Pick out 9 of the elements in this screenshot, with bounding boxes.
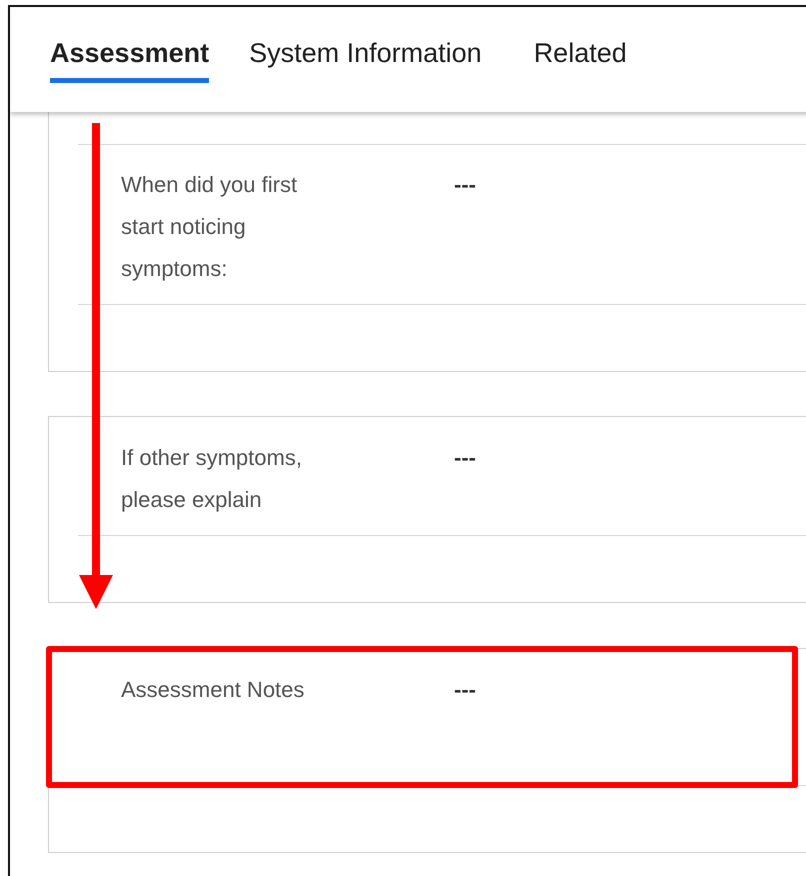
tab[interactable]: Assessment (50, 7, 210, 83)
field-label: If other symptoms, please explain (121, 444, 303, 514)
tab[interactable]: System Information (249, 7, 482, 83)
field-value: --- (454, 676, 476, 704)
field-label: When did you first start noticing symptoms: (121, 171, 298, 283)
field-value: --- (454, 444, 476, 472)
field-value: --- (454, 171, 476, 199)
tab[interactable]: Related (534, 7, 627, 83)
field-label: Assessment Notes (121, 676, 306, 704)
